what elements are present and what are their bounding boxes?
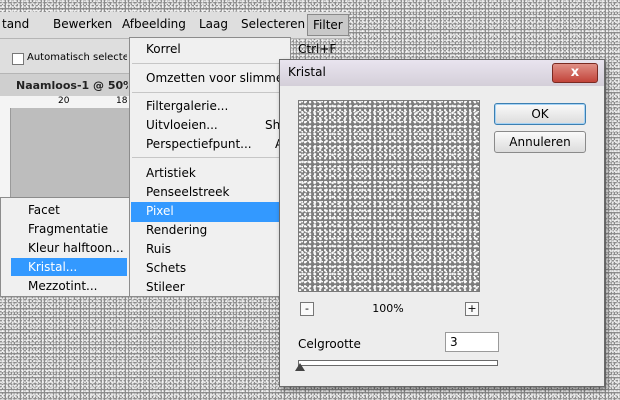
autoselect-label: Automatisch selecteren [27,52,127,63]
menu-item-korrel[interactable]: Korrel [146,42,181,56]
filter-preview[interactable] [298,100,480,292]
zoom-out-button[interactable]: - [300,302,314,316]
shortcut-korrel: Ctrl+F [298,42,337,56]
menu-edit[interactable]: Bewerken [53,17,112,31]
close-icon: x [570,65,580,80]
dialog-title: Kristal [288,65,326,79]
pixel-submenu: Facet Fragmentatie Kleur halftoon... Kri… [0,197,130,297]
submenu-item-kleur-halftoon[interactable]: Kleur halftoon... [28,241,124,255]
ruler-tick: 18 [116,96,128,106]
ok-button[interactable]: OK [494,103,586,125]
menu-item-artistiek[interactable]: Artistiek [146,166,196,180]
cell-size-slider[interactable] [298,360,498,366]
menu-item-penseelstreek[interactable]: Penseelstreek [146,185,230,199]
document-tab-label: Naamloos-1 @ 50% ( [16,79,128,92]
ruler-tick: 20 [58,96,70,106]
menu-image[interactable]: Afbeelding [122,17,186,31]
menu-item-pixel[interactable]: Pixel [146,204,174,218]
zoom-in-button[interactable]: + [465,302,479,316]
submenu-item-mezzotint[interactable]: Mezzotint... [28,279,97,293]
filter-menu: Korrel Ctrl+F Omzetten voor slimme filte… [129,37,336,297]
dialog-titlebar[interactable]: Kristal x [280,60,604,86]
cancel-button[interactable]: Annuleren [494,131,586,153]
menu-item-vanishing-point[interactable]: Perspectiefpunt... [146,137,252,151]
kristal-dialog: Kristal x OK Annuleren 100% - + Celgroot… [279,59,605,387]
menu-item-filter-gallery[interactable]: Filtergalerie... [146,99,228,113]
menu-bar: tand Bewerken Afbeelding Laag Selecteren… [0,12,349,39]
menu-separator [132,157,288,158]
document-canvas[interactable] [11,108,130,198]
submenu-item-facet[interactable]: Facet [28,203,60,217]
cell-size-input[interactable]: 3 [445,332,499,352]
menu-item-stileer[interactable]: Stileer [146,280,185,294]
shortcut-liquify: Sh [265,118,281,132]
document-tab[interactable]: Naamloos-1 @ 50% ( [0,74,130,97]
close-button[interactable]: x [552,63,598,83]
menu-layer[interactable]: Laag [199,17,228,31]
slider-thumb[interactable] [295,363,305,371]
autoselect-checkbox[interactable] [12,53,24,65]
submenu-item-fragmentatie[interactable]: Fragmentatie [28,222,108,236]
menu-item-rendering[interactable]: Rendering [146,223,207,237]
menu-filter[interactable]: Filter [307,14,349,36]
menu-separator [132,92,288,93]
menu-file[interactable]: tand [2,17,29,31]
cell-size-label: Celgrootte [298,337,361,351]
vertical-ruler [0,108,11,198]
menu-select[interactable]: Selecteren [241,17,305,31]
menu-item-ruis[interactable]: Ruis [146,242,171,256]
options-bar: Automatisch selecteren [0,39,130,74]
menu-item-liquify[interactable]: Uitvloeien... [146,118,218,132]
menu-separator [132,63,288,64]
menu-item-schets[interactable]: Schets [146,261,186,275]
submenu-item-kristal[interactable]: Kristal... [28,260,77,274]
